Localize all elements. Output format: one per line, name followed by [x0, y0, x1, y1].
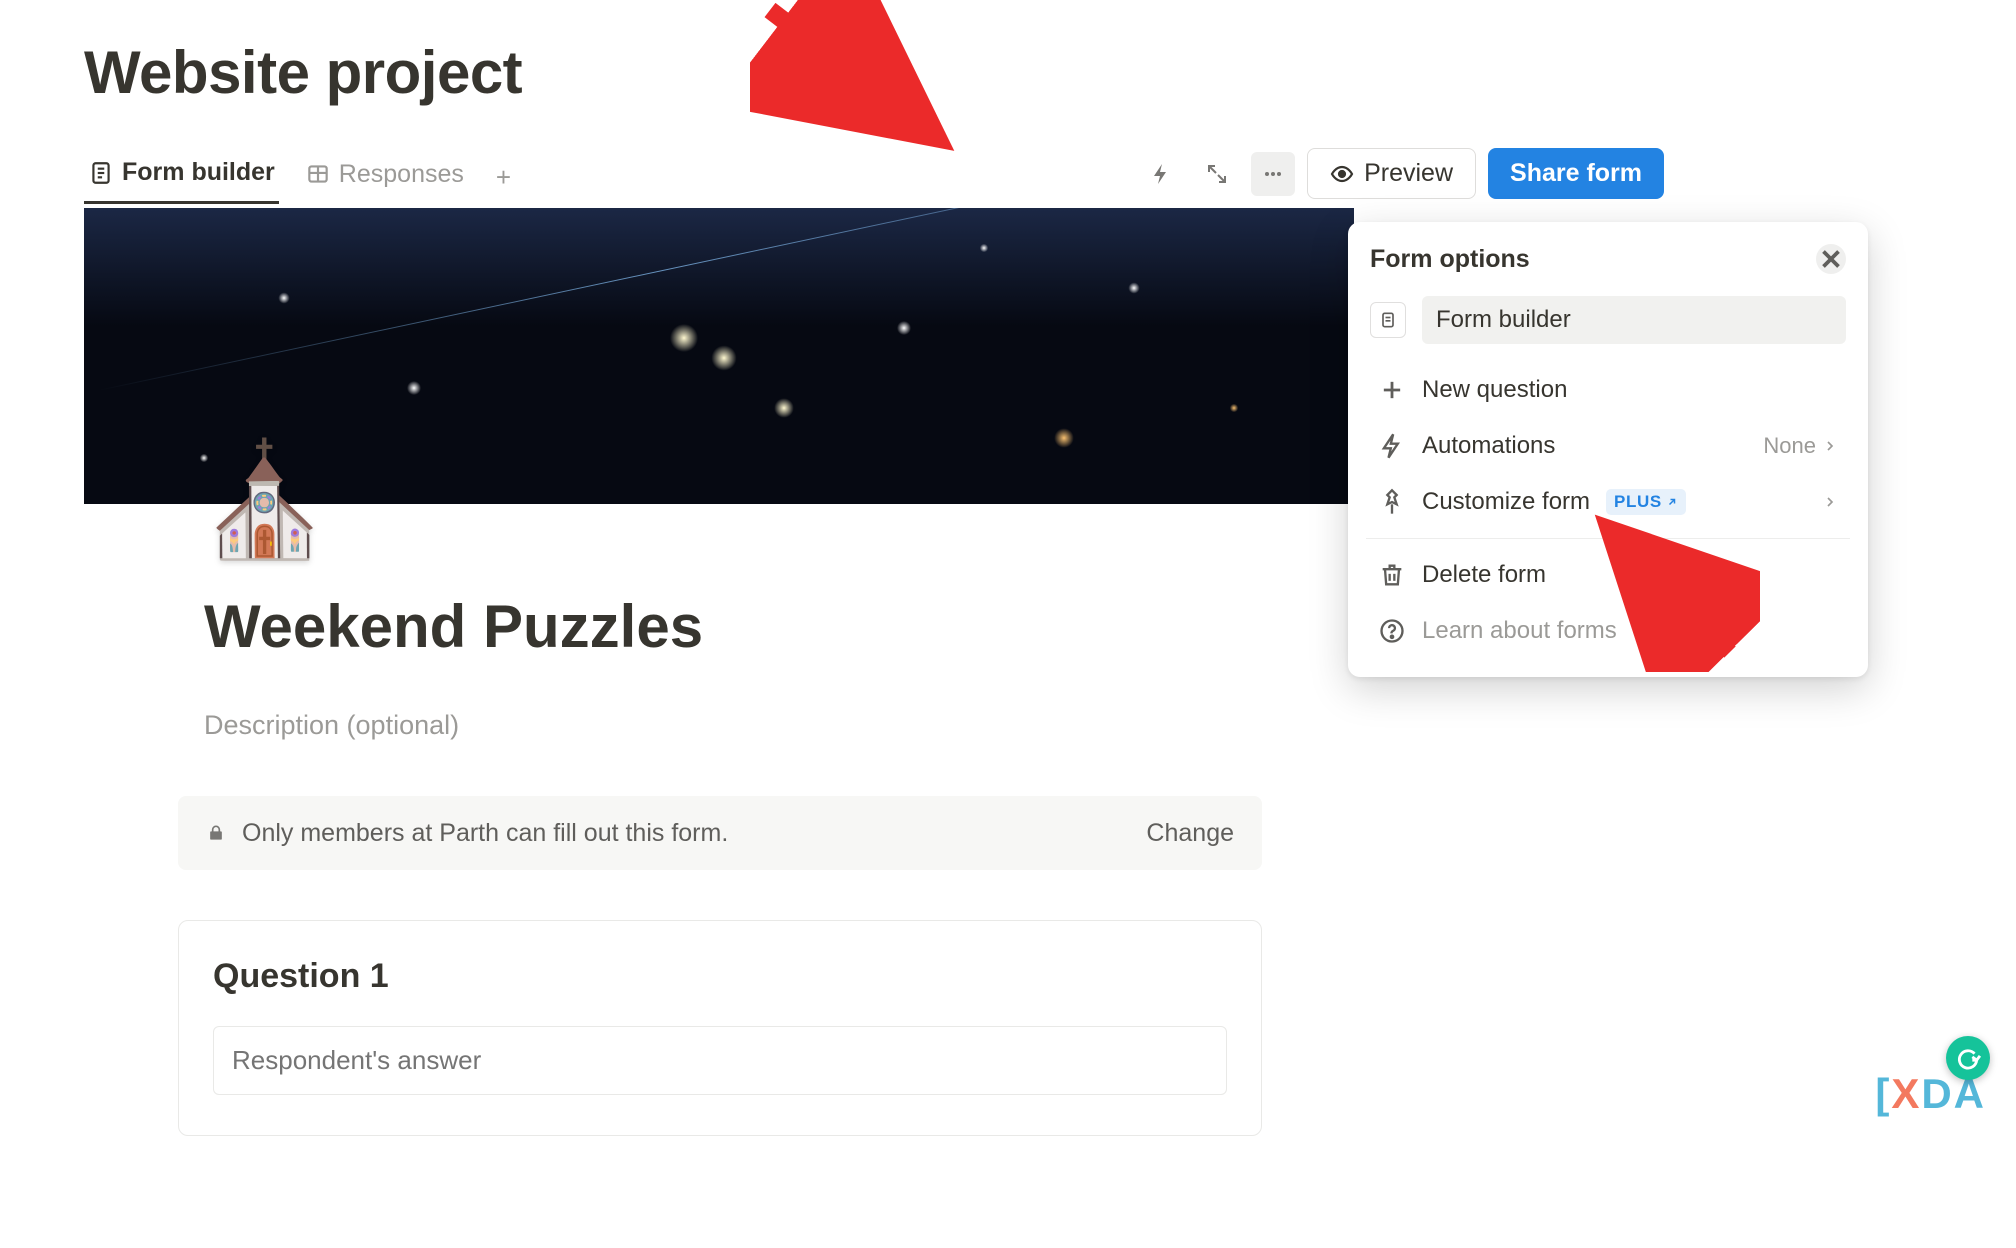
tab-label: Form builder	[122, 158, 275, 187]
preview-label: Preview	[1364, 159, 1453, 188]
popup-close-button[interactable]	[1816, 244, 1846, 274]
chevron-right-icon	[1822, 438, 1838, 454]
lock-icon	[206, 823, 226, 843]
form-icon[interactable]: ⛪	[196, 446, 333, 556]
popup-title: Form options	[1370, 245, 1530, 274]
popup-name-input[interactable]	[1422, 296, 1846, 344]
add-view-button[interactable]: +	[490, 162, 517, 193]
pin-icon	[1378, 488, 1406, 516]
lightning-icon	[1378, 432, 1406, 460]
answer-input[interactable]	[213, 1026, 1227, 1095]
popup-automations[interactable]: Automations None	[1370, 418, 1846, 474]
grammarly-widget[interactable]	[1946, 1036, 1990, 1080]
automations-icon-button[interactable]	[1139, 152, 1183, 196]
more-options-button[interactable]	[1251, 152, 1295, 196]
automations-value: None	[1763, 433, 1816, 459]
popup-item-label: New question	[1422, 376, 1567, 404]
dots-icon	[1261, 162, 1285, 186]
close-icon	[1816, 244, 1846, 274]
question-card[interactable]: Question 1	[178, 920, 1262, 1136]
preview-button[interactable]: Preview	[1307, 148, 1476, 199]
expand-icon	[1205, 162, 1229, 186]
tab-form-builder[interactable]: Form builder	[84, 150, 279, 204]
document-icon	[88, 160, 114, 186]
access-message: Only members at Parth can fill out this …	[242, 819, 728, 848]
expand-icon-button[interactable]	[1195, 152, 1239, 196]
popup-item-label: Automations	[1422, 432, 1555, 460]
plus-icon	[1378, 376, 1406, 404]
tab-label: Responses	[339, 160, 464, 189]
popup-item-label: Customize form	[1422, 488, 1590, 516]
tab-responses[interactable]: Responses	[301, 152, 468, 203]
popup-new-question[interactable]: New question	[1370, 362, 1846, 418]
form-title[interactable]: Weekend Puzzles	[204, 592, 703, 661]
share-form-button[interactable]: Share form	[1488, 148, 1664, 199]
page-title: Website project	[84, 38, 522, 107]
eye-icon	[1330, 162, 1354, 186]
change-access-button[interactable]: Change	[1146, 819, 1234, 848]
lightning-icon	[1149, 162, 1173, 186]
annotation-arrow-icon	[750, 0, 980, 180]
popup-name-row	[1370, 290, 1846, 362]
question-title[interactable]: Question 1	[213, 957, 1227, 996]
chevron-right-icon	[1822, 494, 1838, 510]
document-icon	[1370, 302, 1406, 338]
access-notice: Only members at Parth can fill out this …	[178, 796, 1262, 870]
table-icon	[305, 161, 331, 187]
toolbar: Preview Share form	[1139, 148, 1664, 199]
form-description-placeholder[interactable]: Description (optional)	[204, 710, 459, 741]
trash-icon	[1378, 561, 1406, 589]
grammarly-icon	[1955, 1045, 1981, 1071]
annotation-arrow-icon	[1580, 502, 1760, 672]
popup-item-label: Delete form	[1422, 561, 1546, 589]
help-icon	[1378, 617, 1406, 645]
view-tabs: Form builder Responses +	[84, 150, 517, 204]
